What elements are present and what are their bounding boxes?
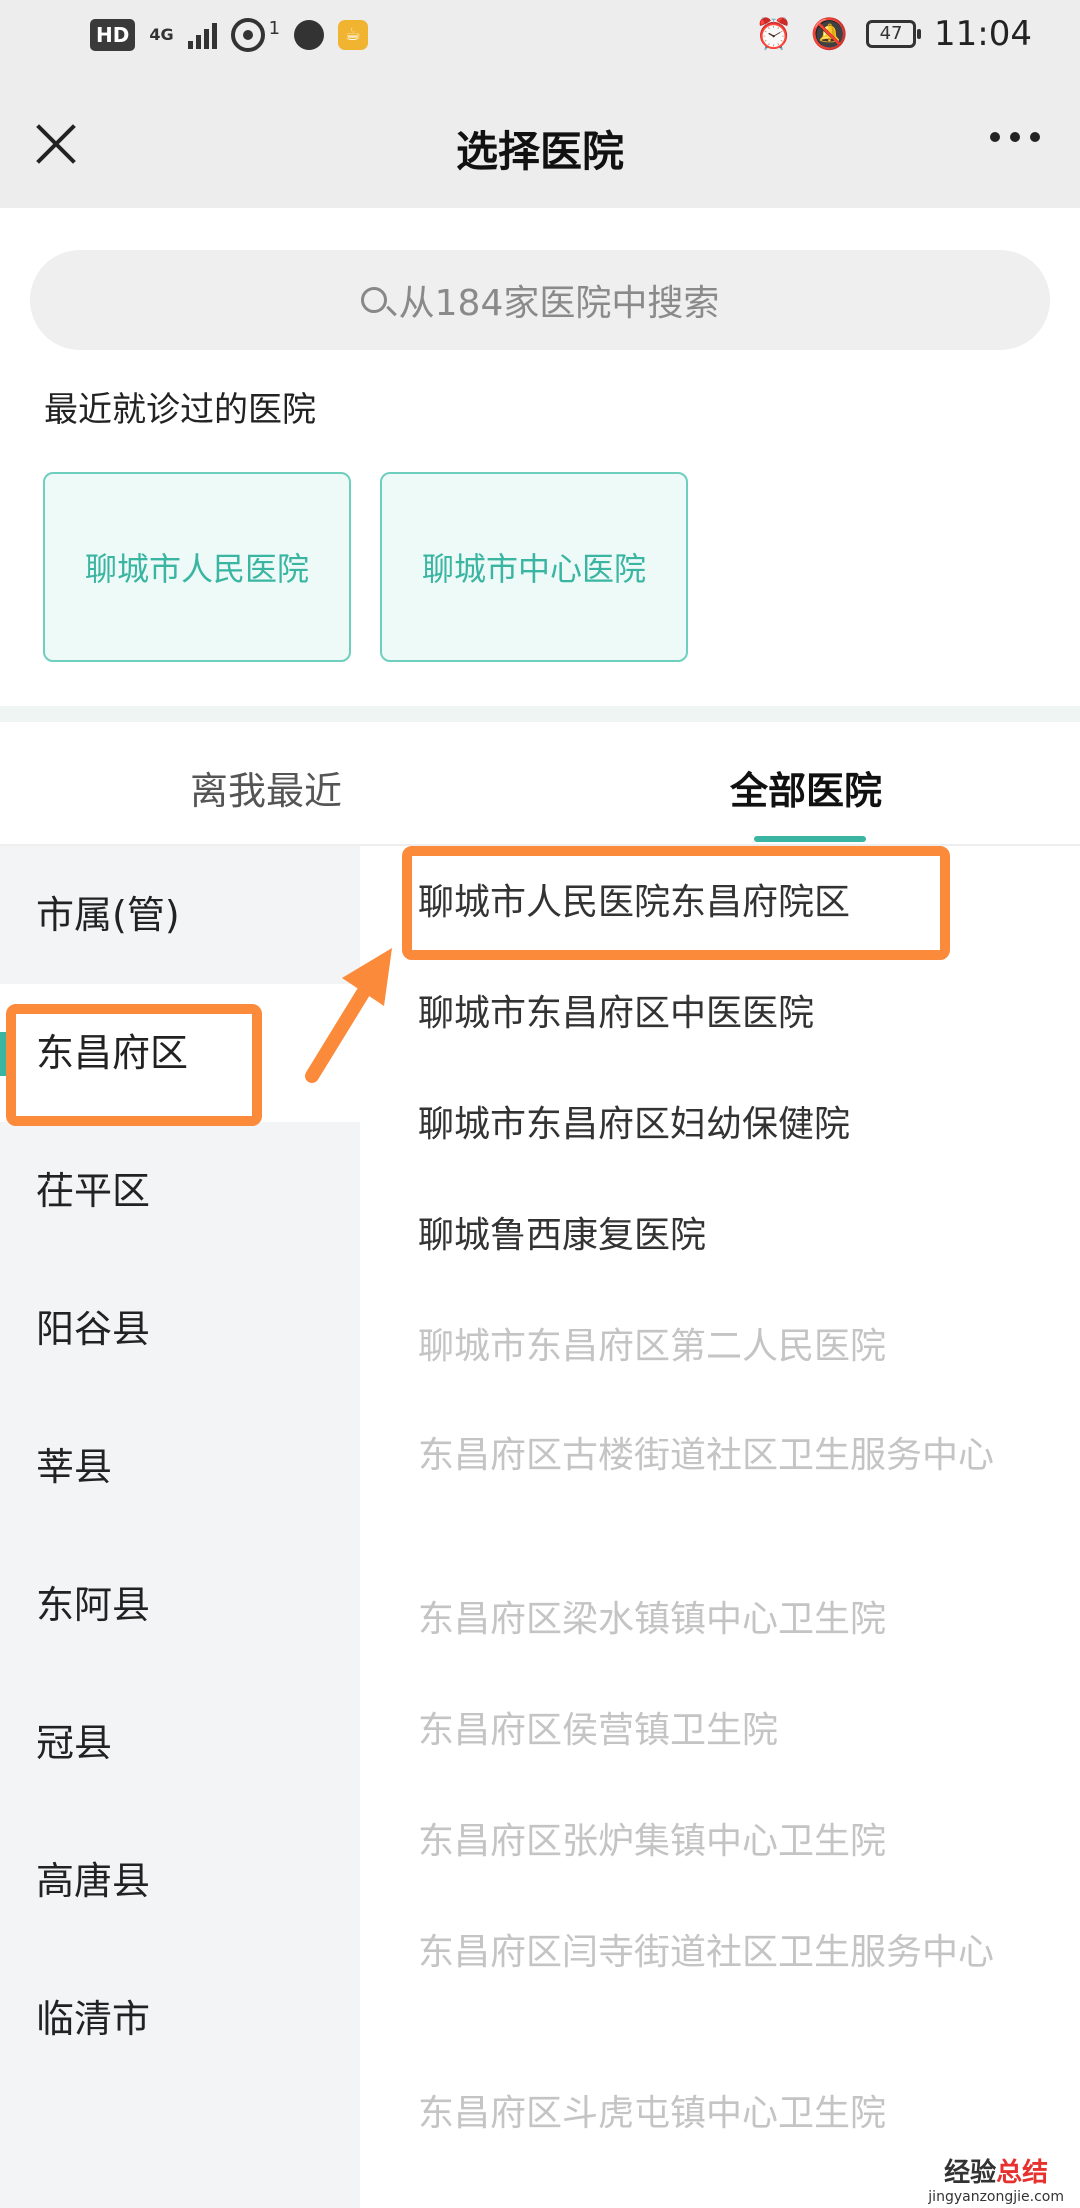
watermark-logo: 经验总结 jingyanzongjie.com bbox=[928, 2158, 1064, 2205]
arrow-annotation bbox=[305, 948, 392, 1083]
